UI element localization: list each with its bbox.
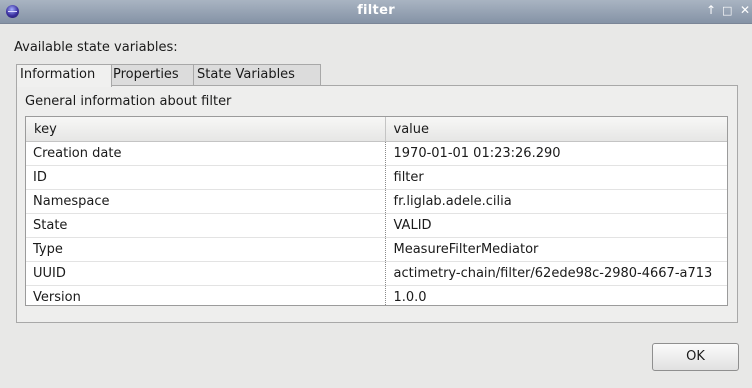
table-row[interactable]: State VALID [26, 213, 727, 238]
row-key: Type [26, 237, 385, 262]
title-bar: filter ↑ □ ✕ [0, 0, 752, 24]
restore-icon[interactable]: □ [722, 4, 732, 17]
table-header-row: key value [26, 117, 727, 142]
tab-information[interactable]: Information [16, 64, 112, 87]
info-table: key value Creation date 1970-01-01 01:23… [26, 117, 727, 305]
information-panel: General information about filter key val… [16, 85, 738, 323]
row-value: 1970-01-01 01:23:26.290 [384, 141, 727, 166]
row-key: Version [26, 285, 385, 305]
table-row[interactable]: UUID actimetry-chain/filter/62ede98c-298… [26, 261, 727, 286]
column-header-value[interactable]: value [385, 117, 727, 142]
panel-title: General information about filter [25, 94, 232, 109]
table-row[interactable]: Namespace fr.liglab.adele.cilia [26, 189, 727, 214]
tab-properties[interactable]: Properties [109, 64, 197, 85]
ok-button[interactable]: OK [652, 343, 739, 371]
row-key: State [26, 213, 385, 238]
info-table-container: key value Creation date 1970-01-01 01:23… [25, 116, 728, 306]
maximize-icon[interactable]: ↑ [706, 3, 716, 17]
row-value: MeasureFilterMediator [384, 237, 727, 262]
table-row[interactable]: Version 1.0.0 [26, 285, 727, 305]
close-icon[interactable]: ✕ [740, 3, 750, 17]
row-value: actimetry-chain/filter/62ede98c-2980-466… [384, 261, 727, 286]
available-state-variables-label: Available state variables: [14, 40, 178, 55]
row-value: 1.0.0 [384, 285, 727, 305]
table-row[interactable]: ID filter [26, 165, 727, 190]
tab-state-variables[interactable]: State Variables [193, 64, 321, 85]
row-key: ID [26, 165, 385, 190]
row-key: Namespace [26, 189, 385, 214]
row-key: Creation date [26, 141, 385, 166]
row-value: filter [384, 165, 727, 190]
column-header-key[interactable]: key [26, 117, 386, 142]
row-value: VALID [384, 213, 727, 238]
row-key: UUID [26, 261, 385, 286]
row-value: fr.liglab.adele.cilia [384, 189, 727, 214]
window-title: filter [357, 3, 395, 18]
table-row[interactable]: Creation date 1970-01-01 01:23:26.290 [26, 141, 727, 166]
table-row[interactable]: Type MeasureFilterMediator [26, 237, 727, 262]
